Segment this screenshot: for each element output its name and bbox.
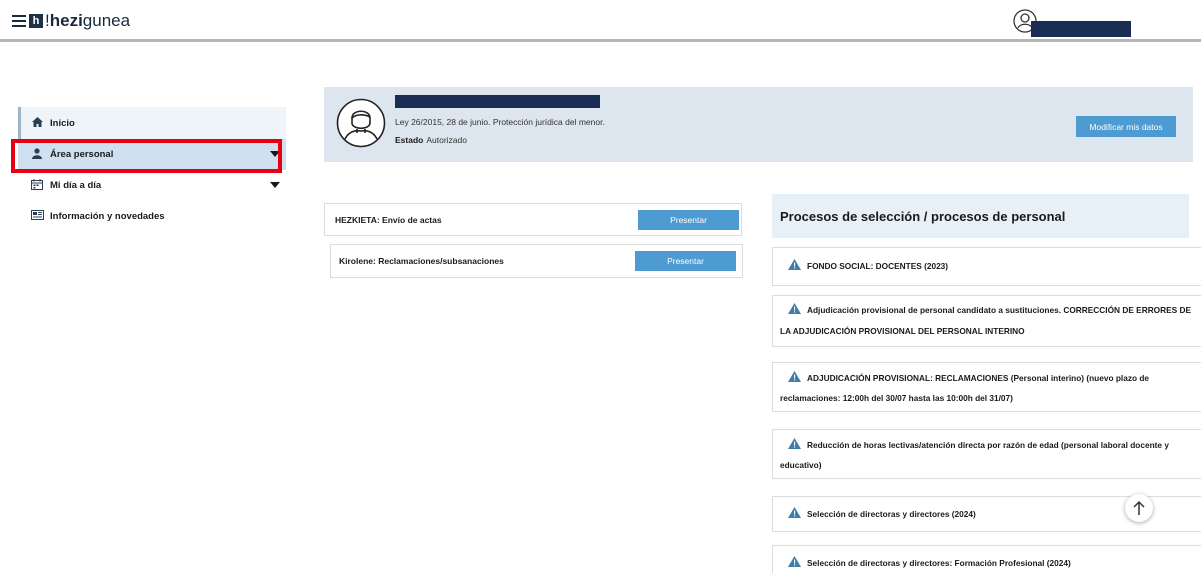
top-bar: h !hezigunea <box>0 0 1201 42</box>
warning-icon <box>788 259 801 270</box>
present-button[interactable]: Presentar <box>638 210 739 230</box>
action-label: HEZKIETA: Envío de actas <box>335 214 442 225</box>
warning-icon <box>788 507 801 518</box>
process-item[interactable]: ADJUDICACIÓN PROVISIONAL: RECLAMACIONES … <box>772 362 1201 412</box>
process-item-label: Selección de directoras y directores: Fo… <box>807 558 1071 568</box>
warning-icon <box>788 371 801 382</box>
user-icon <box>30 147 44 162</box>
scroll-to-top-button[interactable] <box>1125 494 1153 522</box>
profile-law-text: Ley 26/2015, 28 de junio. Protección jur… <box>395 117 605 127</box>
profile-avatar-icon <box>336 98 386 148</box>
warning-icon <box>788 303 801 314</box>
sidebar: Inicio Área personal Mi día a día Inform… <box>18 107 286 232</box>
user-menu[interactable] <box>1013 9 1131 37</box>
sidebar-item-label: Inicio <box>50 117 75 129</box>
sidebar-item-mi-dia-a-dia[interactable]: Mi día a día <box>18 170 286 201</box>
process-item[interactable]: Adjudicación provisional de personal can… <box>772 295 1201 347</box>
process-item-label: FONDO SOCIAL: DOCENTES (2023) <box>807 261 949 271</box>
sidebar-item-area-personal[interactable]: Área personal <box>18 139 286 170</box>
present-button[interactable]: Presentar <box>635 251 736 271</box>
sidebar-item-label: Área personal <box>50 149 114 160</box>
action-row-hezkieta: HEZKIETA: Envío de actas Presentar <box>324 203 742 236</box>
warning-icon <box>788 556 801 567</box>
process-item-label: ADJUDICACIÓN PROVISIONAL: RECLAMACIONES … <box>780 373 1150 403</box>
process-item-label: Selección de directoras y directores (20… <box>807 509 976 519</box>
profile-status: Estado Autorizado <box>395 135 467 145</box>
modify-data-button[interactable]: Modificar mis datos <box>1076 116 1176 137</box>
process-item[interactable]: Selección de directoras y directores: Fo… <box>772 545 1201 573</box>
sidebar-item-label: Información y novedades <box>50 211 165 222</box>
action-row-kirolene: Kirolene: Reclamaciones/subsanaciones Pr… <box>330 244 743 278</box>
process-item-label: Reducción de horas lectivas/atención dir… <box>780 440 1169 470</box>
logo-text: !hezigunea <box>45 11 131 30</box>
process-item-label: Adjudicación provisional de personal can… <box>780 305 1192 336</box>
sidebar-item-label: Mi día a día <box>50 180 102 191</box>
sidebar-item-informacion[interactable]: Información y novedades <box>18 201 286 232</box>
calendar-icon <box>30 178 44 193</box>
profile-card: Ley 26/2015, 28 de junio. Protección jur… <box>324 87 1193 162</box>
chevron-down-icon[interactable] <box>270 151 280 157</box>
profile-name-redacted <box>395 95 600 108</box>
process-item[interactable]: FONDO SOCIAL: DOCENTES (2023) <box>772 247 1201 286</box>
chevron-down-icon[interactable] <box>270 182 280 188</box>
logo-mark: h <box>29 14 43 28</box>
warning-icon <box>788 438 801 449</box>
menu-icon[interactable] <box>12 15 26 27</box>
logo[interactable]: h !hezigunea <box>12 11 130 31</box>
user-name-redacted <box>1031 21 1131 37</box>
sidebar-item-inicio[interactable]: Inicio <box>18 107 286 139</box>
arrow-up-icon <box>1133 500 1145 515</box>
process-item[interactable]: Reducción de horas lectivas/atención dir… <box>772 429 1201 479</box>
action-label: Kirolene: Reclamaciones/subsanaciones <box>339 256 504 266</box>
processes-title: Procesos de selección / procesos de pers… <box>772 194 1189 238</box>
news-icon <box>30 210 44 223</box>
home-icon <box>30 116 44 130</box>
